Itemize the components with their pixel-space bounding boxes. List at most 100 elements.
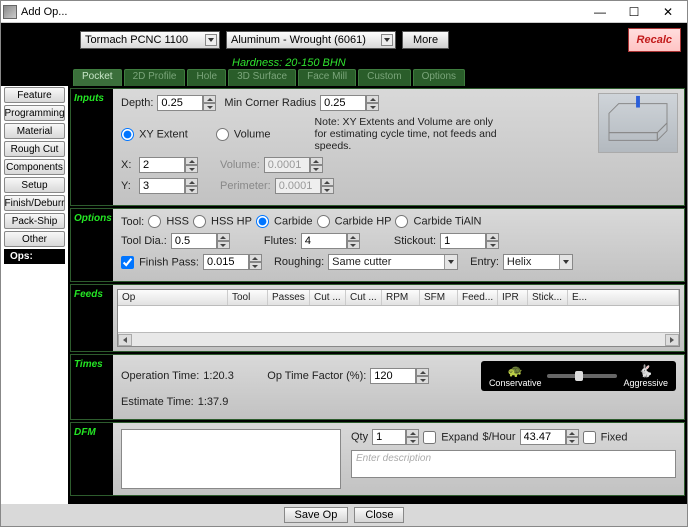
section-feeds: Op Tool Passes Cut ... Cut ... RPM SFM F… (113, 285, 684, 351)
finish-pass-input[interactable] (203, 254, 262, 270)
section-times-label: Times (71, 355, 113, 419)
machine-select[interactable]: Tormach PCNC 1100 (80, 31, 220, 49)
depth-label: Depth: (121, 97, 153, 109)
inputs-note: Note: XY Extents and Volume are only for… (315, 116, 505, 152)
sidebar-item-feature[interactable]: Feature (4, 87, 65, 103)
col-tool[interactable]: Tool (228, 290, 268, 305)
fixed-checkbox[interactable]: Fixed (583, 431, 628, 444)
expand-checkbox[interactable]: Expand (423, 431, 478, 444)
tool-hss-radio[interactable]: HSS (148, 215, 189, 228)
x-input[interactable] (139, 157, 198, 173)
tab-2d-profile[interactable]: 2D Profile (124, 69, 186, 86)
est-time-value: 1:37.9 (198, 396, 229, 408)
titlebar: Add Op... — ☐ ✕ (1, 1, 687, 23)
topbar: Tormach PCNC 1100 Aluminum - Wrought (60… (1, 23, 687, 57)
hardness-label: Hardness: 20-150 BHN (232, 57, 346, 69)
hare-icon: 🐇 (638, 364, 653, 378)
feeds-grid[interactable]: Op Tool Passes Cut ... Cut ... RPM SFM F… (117, 289, 680, 347)
tool-carbide-radio[interactable]: Carbide (256, 215, 313, 228)
min-corner-radius-label: Min Corner Radius (224, 97, 316, 109)
col-ipr[interactable]: IPR (498, 290, 528, 305)
volume-label: Volume: (220, 159, 260, 171)
window-title: Add Op... (21, 6, 583, 18)
section-options: Tool: HSS HSS HP Carbide Carbide HP Carb… (113, 209, 684, 281)
finish-pass-checkbox[interactable]: Finish Pass: (121, 256, 199, 269)
chevron-down-icon (559, 255, 572, 269)
min-corner-radius-input[interactable] (320, 95, 379, 111)
roughing-select[interactable]: Same cutter (328, 254, 458, 270)
stickout-label: Stickout: (394, 235, 436, 247)
tool-label: Tool: (121, 216, 144, 228)
y-label: Y: (121, 180, 135, 192)
tab-options[interactable]: Options (413, 69, 465, 86)
xy-extent-radio[interactable]: XY Extent (121, 128, 188, 141)
col-passes[interactable]: Passes (268, 290, 310, 305)
col-rpm[interactable]: RPM (382, 290, 420, 305)
qty-label: Qty (351, 431, 368, 443)
tab-3d-surface[interactable]: 3D Surface (228, 69, 296, 86)
tab-face-mill[interactable]: Face Mill (298, 69, 356, 86)
col-feed[interactable]: Feed... (458, 290, 498, 305)
sidebar-item-pack-ship[interactable]: Pack-Ship (4, 213, 65, 229)
flutes-input[interactable] (301, 233, 360, 249)
pocket-preview-icon (598, 93, 678, 153)
minimize-button[interactable]: — (583, 2, 617, 22)
tortoise-icon: 🐢 (508, 364, 523, 378)
volume-radio[interactable]: Volume (216, 128, 271, 141)
grid-hscroll[interactable] (118, 332, 679, 346)
y-input[interactable] (139, 178, 198, 194)
qty-input[interactable] (372, 429, 419, 445)
depth-input[interactable] (157, 95, 216, 111)
sidebar: Feature Programming Material Rough Cut C… (1, 86, 68, 504)
sidebar-item-rough-cut[interactable]: Rough Cut (4, 141, 65, 157)
perimeter-label: Perimeter: (220, 180, 271, 192)
machine-value: Tormach PCNC 1100 (85, 34, 188, 46)
section-times: Operation Time: 1:20.3 Op Time Factor (%… (113, 355, 684, 419)
section-dfm: Qty Expand $/Hour Fixed Enter descriptio… (113, 423, 684, 495)
entry-label: Entry: (470, 256, 499, 268)
material-value: Aluminum - Wrought (6061) (231, 34, 366, 46)
tool-dia-input[interactable] (171, 233, 230, 249)
entry-select[interactable]: Helix (503, 254, 573, 270)
col-stick[interactable]: Stick... (528, 290, 568, 305)
col-e[interactable]: E... (568, 290, 679, 305)
ops-label: Ops: (4, 249, 65, 264)
maximize-button[interactable]: ☐ (617, 2, 651, 22)
description-input[interactable]: Enter description (351, 450, 676, 478)
save-op-button[interactable]: Save Op (284, 507, 349, 523)
flutes-label: Flutes: (264, 235, 297, 247)
tab-pocket[interactable]: Pocket (73, 69, 122, 86)
tab-hole[interactable]: Hole (187, 69, 226, 86)
tool-carbidehp-radio[interactable]: Carbide HP (317, 215, 392, 228)
col-op[interactable]: Op (118, 290, 228, 305)
sidebar-item-finish-deburr[interactable]: Finish/Deburr (4, 195, 65, 211)
perimeter-input (275, 178, 334, 194)
op-time-value: 1:20.3 (203, 370, 243, 382)
tool-tialn-radio[interactable]: Carbide TiAlN (395, 215, 481, 228)
col-cut1[interactable]: Cut ... (310, 290, 346, 305)
sidebar-item-components[interactable]: Components (4, 159, 65, 175)
close-button[interactable]: ✕ (651, 2, 685, 22)
tool-hsshp-radio[interactable]: HSS HP (193, 215, 252, 228)
sidebar-item-other[interactable]: Other (4, 231, 65, 247)
chevron-down-icon (444, 255, 457, 269)
rate-input[interactable] (520, 429, 579, 445)
tool-dia-label: Tool Dia.: (121, 235, 167, 247)
section-inputs-label: Inputs (71, 89, 113, 205)
chevron-down-icon (381, 34, 393, 46)
stickout-input[interactable] (440, 233, 499, 249)
close-op-button[interactable]: Close (354, 507, 404, 523)
tab-custom[interactable]: Custom (358, 69, 410, 86)
col-cut2[interactable]: Cut ... (346, 290, 382, 305)
col-sfm[interactable]: SFM (420, 290, 458, 305)
more-button[interactable]: More (402, 31, 449, 49)
op-factor-input[interactable] (370, 368, 429, 384)
section-inputs: Depth: Min Corner Radius XY Extent Volum… (113, 89, 684, 205)
tortoise-hare-slider[interactable]: 🐢Conservative 🐇Aggressive (481, 361, 676, 391)
dfm-list[interactable] (121, 429, 341, 489)
sidebar-item-material[interactable]: Material (4, 123, 65, 139)
recalc-button[interactable]: Recalc (628, 28, 681, 52)
sidebar-item-setup[interactable]: Setup (4, 177, 65, 193)
sidebar-item-programming[interactable]: Programming (4, 105, 65, 121)
material-select[interactable]: Aluminum - Wrought (6061) (226, 31, 396, 49)
